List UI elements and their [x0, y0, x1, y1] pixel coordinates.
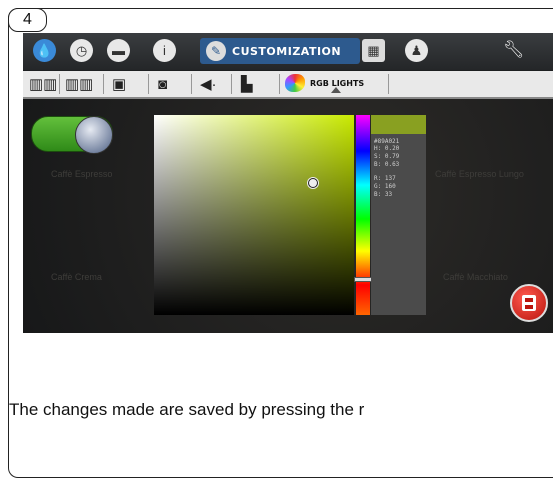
bottle-icon[interactable]: ▙	[241, 74, 253, 94]
book-icon[interactable]: ▥▥	[29, 74, 57, 94]
speaker-icon[interactable]: ◀·	[200, 74, 217, 94]
divider	[279, 74, 280, 94]
tab-rgb-lights[interactable]: RGB LIGHTS	[285, 74, 364, 92]
divider	[388, 74, 389, 94]
hue-value: H: 0.20	[374, 145, 400, 152]
brightness-value: B: 0.63	[374, 161, 400, 168]
red-value: R: 137	[374, 175, 396, 182]
person-icon[interactable]: ♟	[405, 39, 428, 62]
picture-icon[interactable]: ▣	[112, 74, 126, 94]
background-label: Caffè Crema	[51, 272, 102, 282]
divider	[148, 74, 149, 94]
palette-icon	[285, 74, 305, 92]
divider	[191, 74, 192, 94]
divider	[103, 74, 104, 94]
toggle-knob[interactable]	[75, 116, 113, 154]
cup-icon[interactable]: ▬	[107, 39, 130, 62]
device-screen: 💧 ◷ ▬ i ✎ CUSTOMIZATION ▦ ♟ 🔧︎ ▥▥ ▥▥ ▣ ◙…	[23, 33, 553, 333]
book-open-icon[interactable]: ▥▥	[65, 74, 93, 94]
hue-slider[interactable]	[356, 115, 370, 315]
color-info-panel: #89A021 H: 0.20 S: 0.79 B: 0.63 R: 137 G…	[371, 115, 426, 315]
pen-icon: ✎	[206, 41, 226, 61]
rgb-lights-toggle[interactable]	[31, 116, 113, 154]
customization-panel: Caffè Espresso Caffè Espresso Lungo Caff…	[23, 99, 553, 333]
saturation-value: S: 0.79	[374, 153, 400, 160]
divider	[231, 74, 232, 94]
info-icon[interactable]: i	[153, 39, 176, 62]
divider	[59, 74, 60, 94]
background-label: Caffè Espresso	[51, 169, 113, 179]
color-picker-cursor[interactable]	[308, 178, 318, 188]
wrench-icon[interactable]: 🔧︎	[503, 40, 525, 60]
clock-icon[interactable]: ◷	[70, 39, 93, 62]
active-tab-indicator	[331, 87, 341, 93]
blue-value: B: 33	[374, 191, 393, 198]
selected-color-swatch	[371, 115, 426, 134]
keyboard-icon[interactable]: ▦	[362, 39, 385, 62]
save-button[interactable]	[510, 284, 548, 322]
hex-value: #89A021	[374, 138, 400, 145]
save-icon	[522, 295, 536, 311]
water-drop-icon[interactable]: 💧	[33, 39, 56, 62]
step-number-badge: 4	[8, 8, 47, 32]
screensaver-icon[interactable]: ◙	[158, 74, 167, 94]
tab-customization-label: CUSTOMIZATION	[232, 44, 342, 58]
background-label: Caffè Espresso Lungo	[435, 169, 524, 179]
sub-tab-bar: ▥▥ ▥▥ ▣ ◙ ◀· ▙ RGB LIGHTS	[23, 71, 553, 99]
instruction-caption: The changes made are saved by pressing t…	[9, 400, 365, 419]
top-navigation-bar: 💧 ◷ ▬ i ✎ CUSTOMIZATION ▦ ♟ 🔧︎	[23, 33, 553, 70]
tab-customization[interactable]: ✎ CUSTOMIZATION	[200, 38, 360, 64]
background-label: Caffè Macchiato	[443, 272, 508, 282]
saturation-brightness-picker[interactable]	[154, 115, 354, 315]
green-value: G: 160	[374, 183, 396, 190]
